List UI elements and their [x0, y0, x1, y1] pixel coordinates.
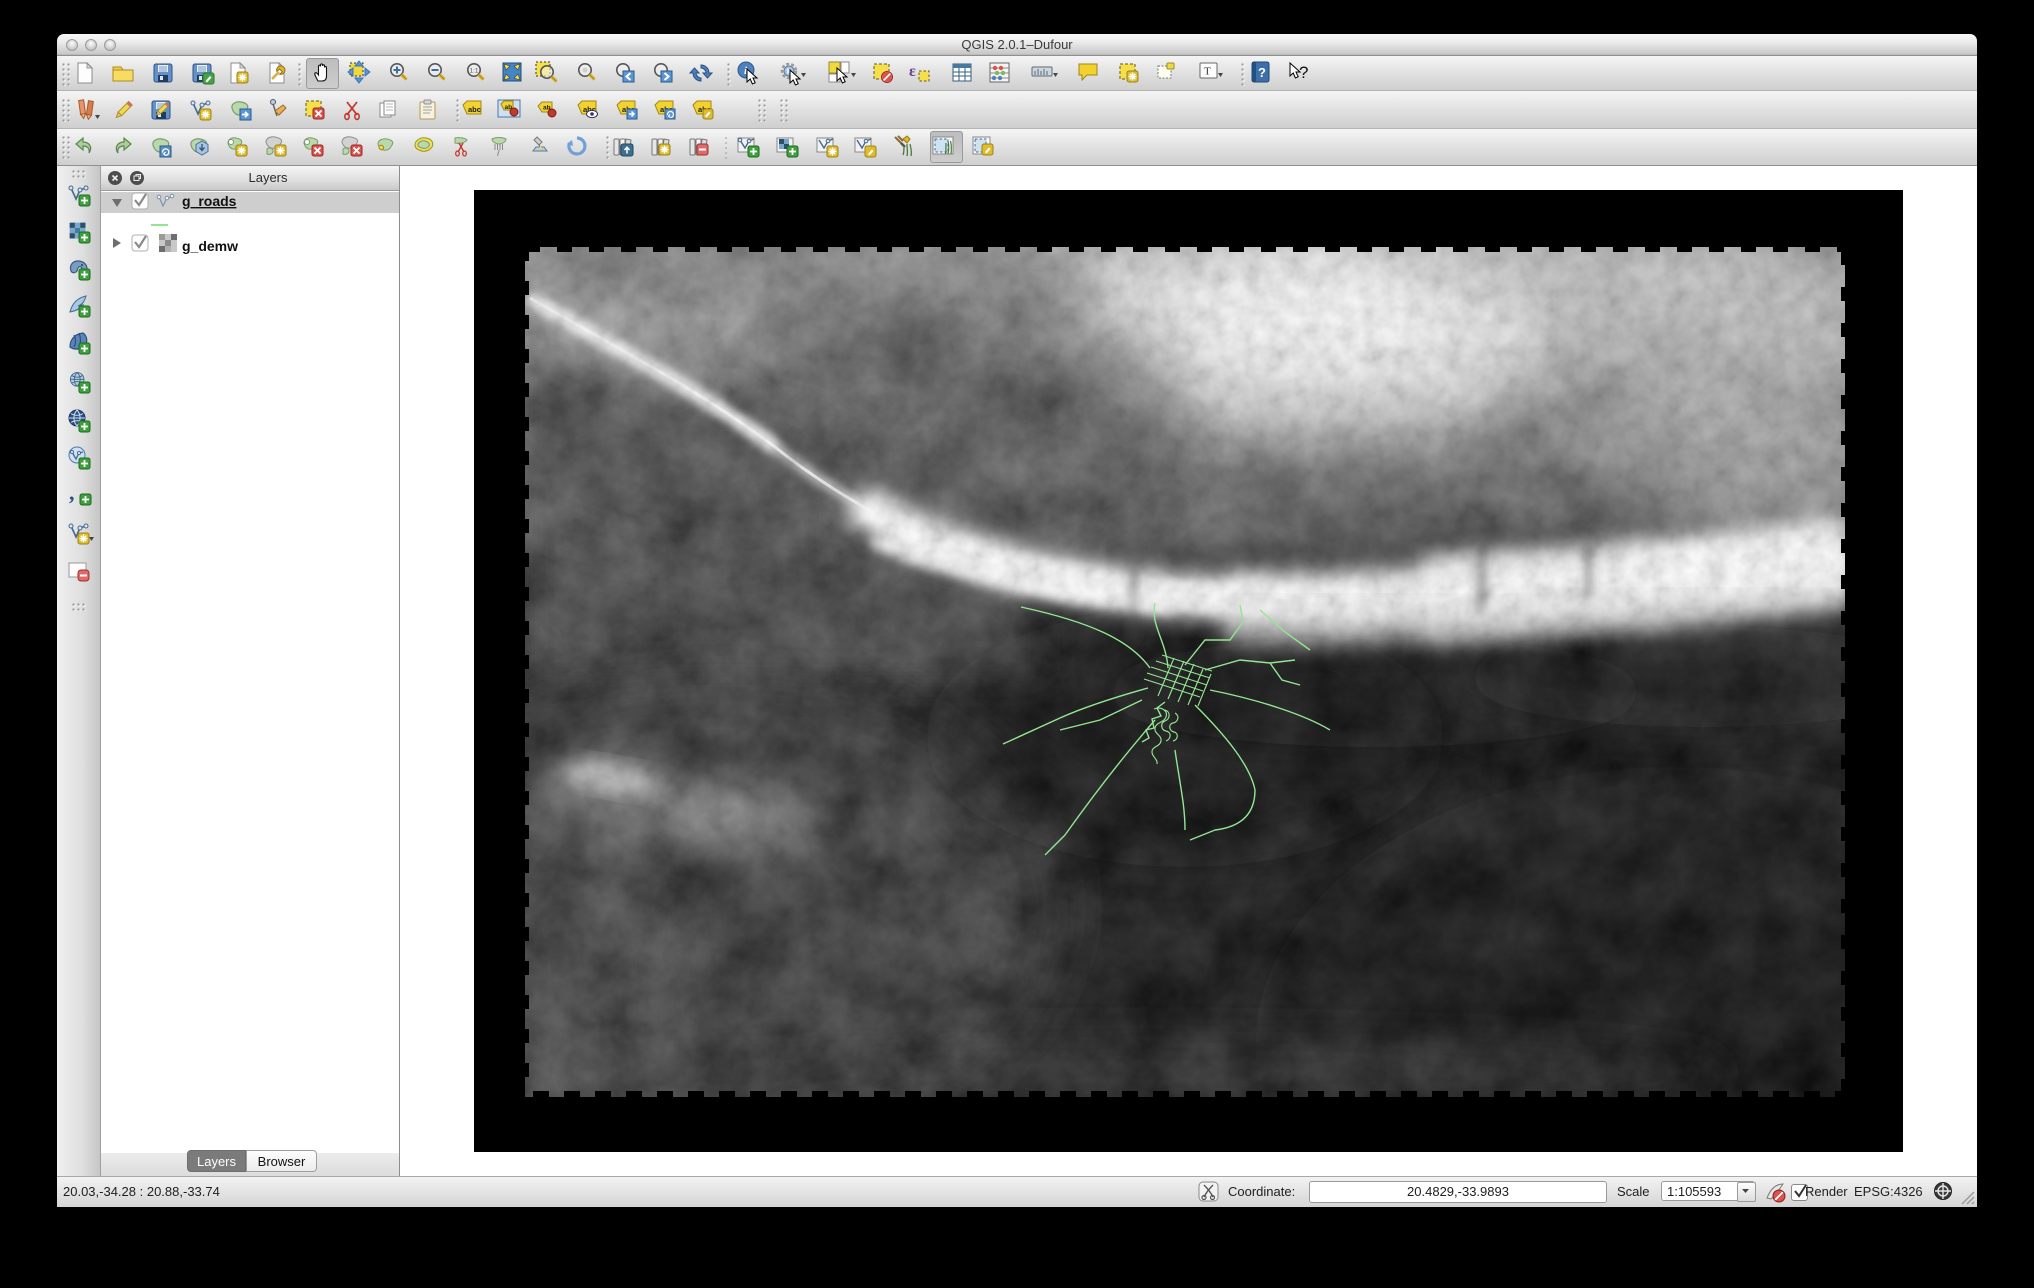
svg-text:1:1: 1:1	[470, 68, 479, 75]
svg-text:g_demw: g_demw	[182, 238, 238, 254]
svg-text:?: ?	[1299, 63, 1308, 82]
svg-text:T: T	[1204, 66, 1211, 78]
svg-text:?: ?	[1258, 65, 1266, 80]
svg-text:ε: ε	[909, 63, 916, 80]
svg-text:,: ,	[69, 480, 75, 505]
svg-text:g_roads: g_roads	[182, 193, 237, 209]
